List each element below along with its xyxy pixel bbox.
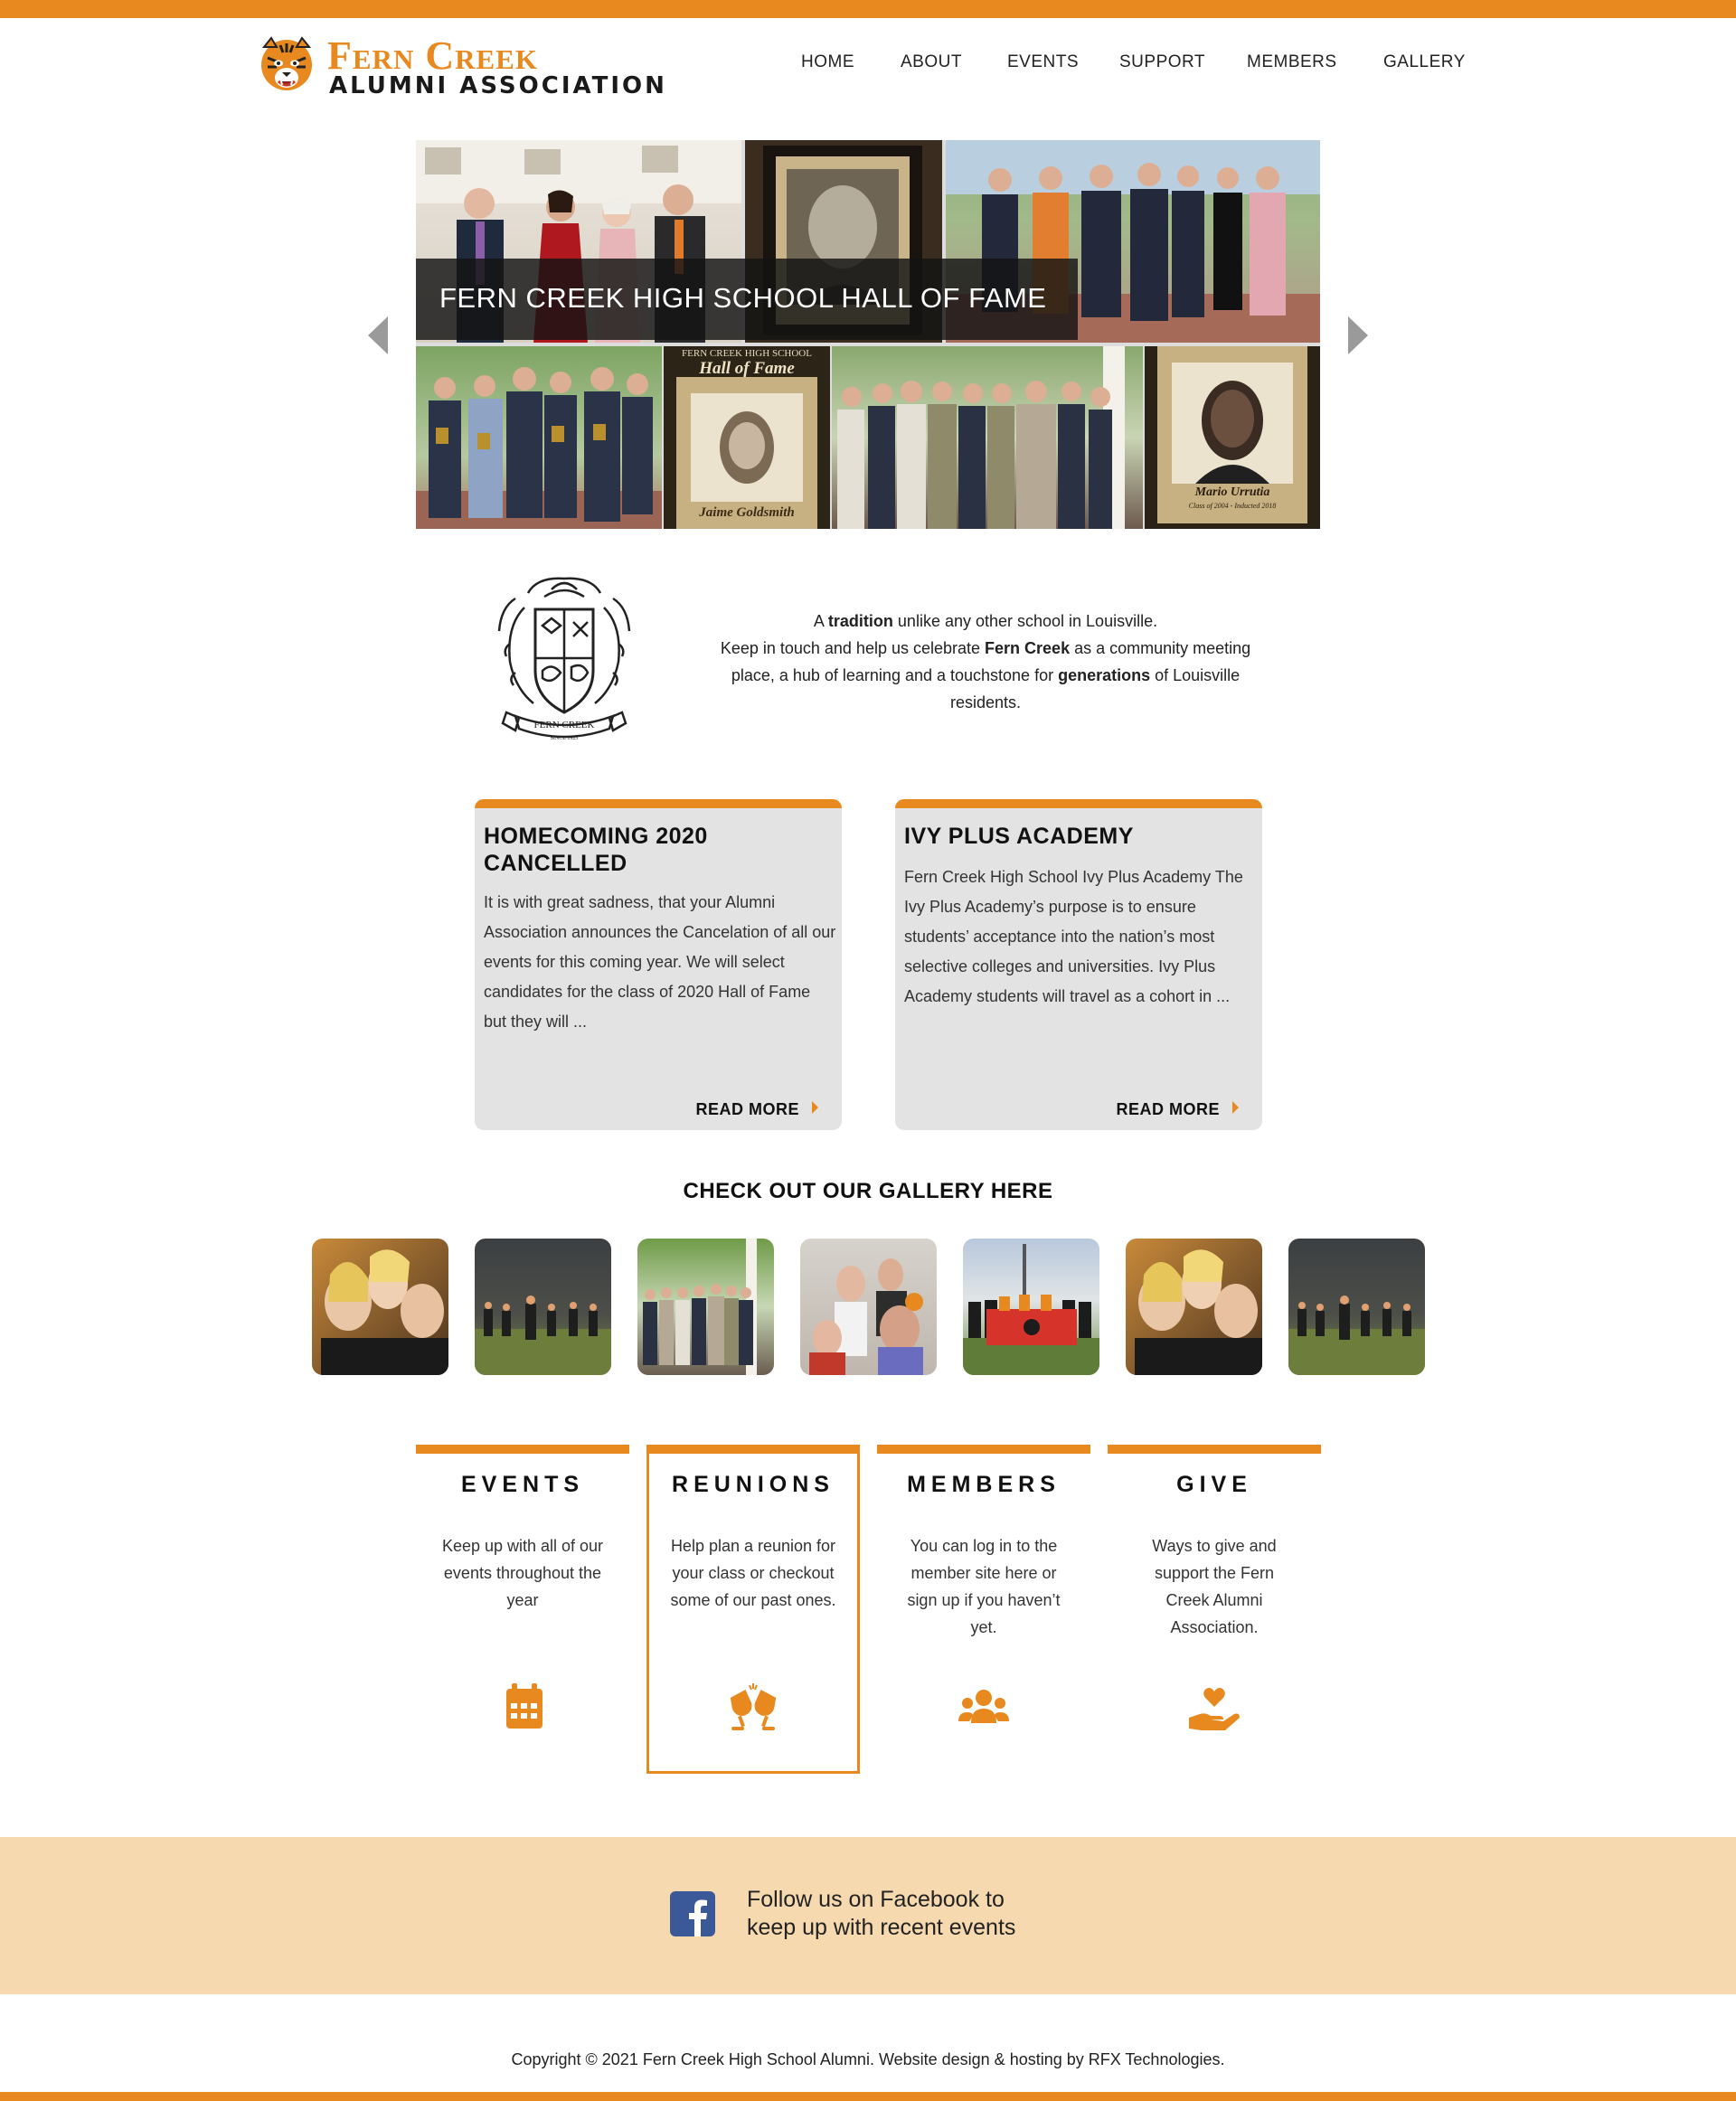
news-card-title: HOMECOMING 2020 CANCELLED (484, 824, 708, 876)
gallery-thumb-reunion[interactable] (800, 1239, 937, 1375)
feature-reunions[interactable]: REUNIONS Help plan a reunion for your cl… (646, 1445, 860, 1774)
feature-events[interactable]: EVENTS Keep up with all of our events th… (416, 1445, 629, 1774)
facebook-text-line2: keep up with recent events (747, 1915, 1016, 1940)
gallery-heading: CHECK OUT OUR GALLERY HERE (683, 1179, 1053, 1203)
feature-accent-bar (877, 1445, 1090, 1454)
slide-caption: FERN CREEK HIGH SCHOOL HALL OF FAME (416, 259, 1078, 340)
gallery-thumb-banner[interactable] (963, 1239, 1099, 1375)
footer-copyright: Copyright © 2021 Fern Creek High School … (511, 2050, 1225, 2068)
school-crest-icon: FERN CREEK SINCE 1923 (497, 577, 631, 741)
facebook-text-line1: Follow us on Facebook to (747, 1887, 1005, 1912)
nav-home[interactable]: HOME (801, 52, 854, 72)
feature-title: GIVE (1176, 1472, 1252, 1497)
slide-photo-plaque-3: Mario Urrutia Class of 2004 - Inducted 2… (1145, 346, 1320, 529)
top-accent-bar (0, 0, 1736, 18)
news-card-excerpt: It is with great sadness, that your Alum… (484, 893, 836, 1031)
feature-accent-bar (416, 1445, 629, 1454)
crest-since: SINCE 1923 (551, 736, 579, 741)
gallery-thumb-band-2[interactable] (1288, 1239, 1425, 1375)
caret-right-icon (812, 1101, 818, 1114)
read-more-link[interactable]: READ MORE (695, 1100, 818, 1119)
feature-text: Help plan a reunion for your class or ch… (670, 1537, 836, 1609)
intro-line2-pre: Keep in touch and help us celebrate (720, 639, 986, 657)
caret-right-icon (1232, 1101, 1239, 1114)
cheers-glasses-icon (730, 1683, 777, 1730)
read-more-label: READ MORE (695, 1100, 799, 1118)
intro-line1-pre: A (813, 612, 828, 630)
plaque-hall-of-fame: Hall of Fame (699, 359, 795, 378)
feature-title: REUNIONS (672, 1472, 835, 1497)
slide-photo-group-3 (416, 346, 662, 529)
read-more-link[interactable]: READ MORE (1116, 1100, 1239, 1119)
slider-prev-arrow-icon[interactable] (368, 316, 388, 354)
group-users-icon (958, 1690, 1009, 1723)
bottom-accent-bar (0, 2092, 1736, 2101)
slide-photo-plaque-2: FERN CREEK HIGH SCHOOL Hall of Fame Jaim… (664, 346, 830, 529)
news-card-ivy-plus: IVY PLUS ACADEMY Fern Creek High School … (895, 799, 1262, 1130)
slide-photo-group-4 (832, 346, 1143, 529)
feature-title: EVENTS (460, 1472, 585, 1497)
gallery-thumb-band-1[interactable] (475, 1239, 611, 1375)
feature-text: You can log in to the member site here o… (907, 1537, 1061, 1636)
plaque-class-2: Class of 2004 - Inducted 2018 (1188, 502, 1277, 510)
news-card-title: IVY PLUS ACADEMY (904, 824, 1134, 849)
nav-events[interactable]: EVENTS (1007, 52, 1079, 72)
plaque-name-2: Mario Urrutia (1194, 485, 1270, 499)
feature-members[interactable]: MEMBERS You can log in to the member sit… (877, 1445, 1090, 1774)
feature-text: Ways to give and support the Fern Creek … (1152, 1537, 1277, 1636)
intro-bold-fern-creek: Fern Creek (985, 639, 1071, 657)
slider-next-arrow-icon[interactable] (1348, 316, 1368, 354)
plaque-name-1: Jaime Goldsmith (699, 505, 795, 520)
news-card-homecoming: HOMECOMING 2020 CANCELLED It is with gre… (475, 799, 842, 1130)
facebook-band: Follow us on Facebook to keep up with re… (0, 1837, 1736, 1994)
crest-name: FERN CREEK (534, 720, 595, 730)
nav-support[interactable]: SUPPORT (1119, 52, 1205, 72)
plaque-heading: FERN CREEK HIGH SCHOOL (682, 348, 812, 359)
intro-bold-generations: generations (1058, 666, 1151, 684)
logo-subtitle: ALUMNI ASSOCIATION (329, 72, 667, 99)
gallery-thumb-selfie-1[interactable] (312, 1239, 448, 1375)
news-card-excerpt: Fern Creek High School Ivy Plus Academy … (904, 868, 1243, 1005)
feature-text: Keep up with all of our events throughou… (441, 1537, 604, 1609)
slide-caption-text: FERN CREEK HIGH SCHOOL HALL OF FAME (439, 282, 1047, 314)
nav-members[interactable]: MEMBERS (1247, 52, 1337, 72)
main-nav: HOME ABOUT EVENTS SUPPORT MEMBERS GALLER… (0, 52, 1736, 76)
feature-accent-bar (646, 1445, 860, 1454)
facebook-follow-text[interactable]: Follow us on Facebook to keep up with re… (747, 1886, 1127, 1942)
intro-text: A tradition unlike any other school in L… (705, 608, 1266, 716)
read-more-label: READ MORE (1116, 1100, 1220, 1118)
gallery-thumb-group[interactable] (637, 1239, 774, 1375)
gallery-thumb-selfie-2[interactable] (1126, 1239, 1262, 1375)
feature-give[interactable]: GIVE Ways to give and support the Fern C… (1108, 1445, 1321, 1774)
feature-accent-bar (1108, 1445, 1321, 1454)
facebook-icon[interactable] (670, 1891, 715, 1936)
calendar-icon (506, 1683, 542, 1729)
hall-of-fame-slider[interactable]: FERN CREEK HIGH SCHOOL Hall of Fame Jaim… (416, 140, 1320, 529)
intro-bold-tradition: tradition (827, 612, 893, 630)
intro-line1-post: unlike any other school in Louisville. (892, 612, 1158, 630)
heart-hand-icon (1189, 1688, 1240, 1730)
nav-gallery[interactable]: GALLERY (1383, 52, 1466, 72)
feature-title: MEMBERS (907, 1472, 1061, 1497)
nav-about[interactable]: ABOUT (901, 52, 962, 72)
